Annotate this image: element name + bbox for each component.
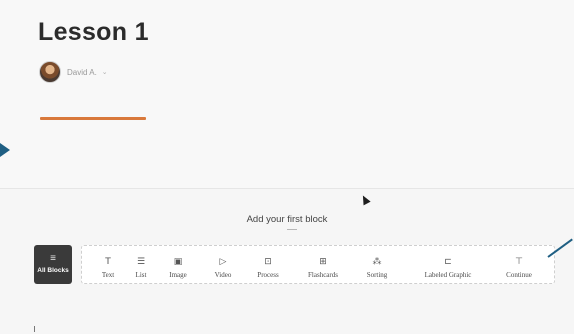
menu-lines-icon: ≡ [50, 253, 56, 264]
block-continue-button[interactable]: ⊤ Continue [506, 257, 532, 279]
block-sorting-button[interactable]: ⁂ Sorting [367, 257, 388, 279]
block-labeled-graphic-button[interactable]: ⊏ Labeled Graphic [425, 257, 472, 279]
block-label: List [135, 271, 147, 279]
block-process-button[interactable]: ⊡ Process [257, 257, 278, 279]
all-blocks-button[interactable]: ≡ All Blocks [34, 245, 72, 284]
labeled-graphic-icon: ⊏ [444, 257, 452, 267]
block-video-button[interactable]: ▷ Video [215, 257, 232, 279]
text-icon: T [105, 257, 111, 267]
author-selector[interactable]: David A. ⌄ [39, 61, 108, 83]
block-label: Flashcards [308, 271, 338, 279]
corner-mark [34, 326, 38, 332]
annotation-arrow-icon [0, 143, 10, 157]
flashcards-icon: ⊞ [319, 257, 327, 267]
add-first-block-prompt: Add your first block [246, 214, 328, 225]
sorting-icon: ⁂ [372, 257, 382, 267]
block-label: Process [257, 271, 279, 279]
block-text-button[interactable]: T Text [102, 257, 114, 279]
all-blocks-label: All Blocks [37, 267, 69, 274]
lesson-title[interactable]: Lesson 1 [38, 18, 149, 47]
block-label: Text [101, 271, 115, 279]
process-icon: ⊡ [264, 257, 272, 267]
block-flashcards-button[interactable]: ⊞ Flashcards [308, 257, 338, 279]
continue-icon: ⊤ [515, 257, 523, 267]
image-icon: ▣ [173, 257, 183, 267]
prompt-underline [287, 229, 297, 230]
block-label: Sorting [366, 271, 388, 279]
block-label: Image [169, 271, 187, 279]
block-label: Continue [506, 271, 532, 279]
author-avatar [39, 61, 61, 83]
block-image-button[interactable]: ▣ Image [169, 257, 187, 279]
author-name: David A. [67, 67, 97, 77]
block-label: Video [214, 271, 232, 279]
block-label: Labeled Graphic [424, 271, 472, 279]
list-icon: ☰ [136, 257, 146, 267]
title-accent-line [40, 117, 146, 120]
block-list-button[interactable]: ☰ List [136, 257, 147, 279]
video-icon: ▷ [219, 257, 227, 267]
mouse-cursor-icon [359, 193, 371, 206]
chevron-down-icon: ⌄ [101, 69, 108, 76]
block-type-bar: T Text ☰ List ▣ Image ▷ Video ⊡ Process … [81, 245, 555, 284]
section-divider [0, 188, 574, 189]
